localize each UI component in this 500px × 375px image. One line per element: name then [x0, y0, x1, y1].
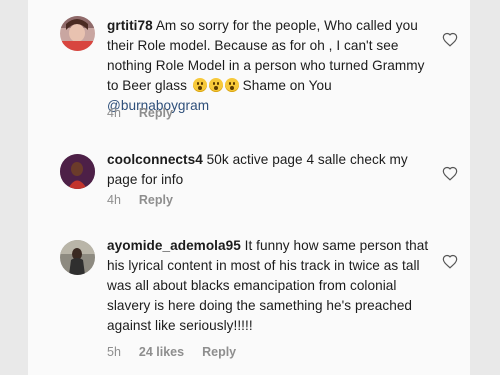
- comment-time: 5h: [107, 345, 121, 359]
- avatar-image: [60, 240, 95, 275]
- heart-outline-icon[interactable]: [442, 166, 458, 181]
- comment-text: coolconnects4 50k active page 4 salle ch…: [107, 150, 437, 190]
- reply-button[interactable]: Reply: [139, 193, 173, 207]
- comment-text: ayomide_ademola95 It funny how same pers…: [107, 236, 437, 336]
- likes-count[interactable]: 24 likes: [139, 345, 184, 359]
- avatar[interactable]: [60, 154, 95, 189]
- comment-username[interactable]: coolconnects4: [107, 152, 203, 167]
- comment-username[interactable]: ayomide_ademola95: [107, 238, 241, 253]
- comment-username[interactable]: grtiti78: [107, 18, 153, 33]
- comment-meta: 4h Reply: [107, 106, 173, 120]
- comment-time: 4h: [107, 193, 121, 207]
- comment-time: 4h: [107, 106, 121, 120]
- avatar[interactable]: [60, 240, 95, 275]
- avatar-image: [60, 154, 95, 189]
- heart-outline-icon[interactable]: [442, 254, 458, 269]
- heart-outline-icon[interactable]: [442, 32, 458, 47]
- comment-text: grtiti78 Am so sorry for the people, Who…: [107, 16, 437, 116]
- comments-screen: grtiti78 Am so sorry for the people, Who…: [28, 0, 470, 375]
- avatar-image: [60, 16, 95, 51]
- reply-button[interactable]: Reply: [202, 345, 236, 359]
- avatar[interactable]: [60, 16, 95, 51]
- hushed-face-emoji: [191, 78, 239, 93]
- comment-meta: 5h 24 likes Reply: [107, 345, 236, 359]
- reply-button[interactable]: Reply: [139, 106, 173, 120]
- comment-meta: 4h Reply: [107, 193, 173, 207]
- comment-body-end: Shame on You: [242, 78, 332, 93]
